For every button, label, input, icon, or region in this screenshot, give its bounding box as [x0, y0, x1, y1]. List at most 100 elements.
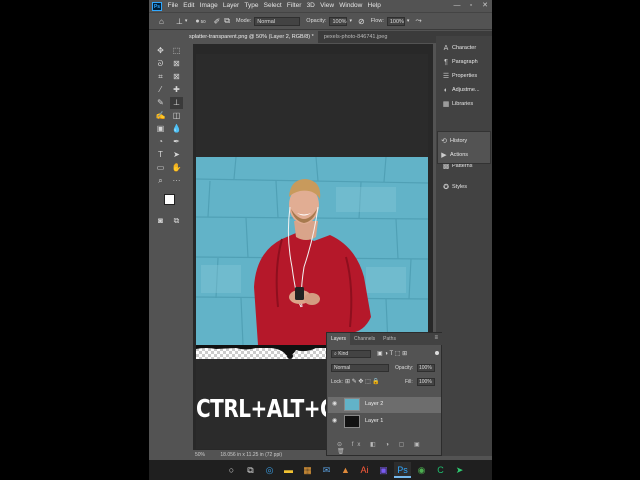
close-button[interactable]: ✕ — [478, 0, 492, 12]
clone-stamp-icon[interactable]: ⊥ — [170, 97, 183, 109]
type-tool-icon[interactable]: T — [154, 149, 167, 161]
layer-row-layer-1[interactable]: ◉ Layer 1 — [328, 414, 441, 430]
panel-adjustments[interactable]: ◐ Adjustme... — [440, 84, 492, 97]
quick-mask-icon[interactable]: ◙ — [154, 215, 167, 227]
panel-paragraph[interactable]: ¶ Paragraph — [440, 56, 492, 69]
visibility-eye-icon[interactable]: ◉ — [332, 400, 337, 407]
mail-app-icon[interactable]: ✉ — [318, 462, 335, 478]
panel-styles[interactable]: ✪ Styles — [440, 181, 492, 194]
start-search-icon[interactable]: ○ — [223, 462, 240, 478]
menu-edit[interactable]: Edit — [181, 0, 197, 12]
minimize-button[interactable]: — — [450, 0, 464, 12]
menu-filter[interactable]: Filter — [284, 0, 304, 12]
eraser-icon[interactable]: ◫ — [170, 110, 183, 122]
maximize-button[interactable]: ▫ — [464, 0, 478, 12]
screen-mode-icon[interactable]: ⧉ — [170, 215, 183, 227]
chevron-down-icon[interactable]: ▾ — [407, 18, 410, 24]
fill-label: Fill: — [405, 379, 413, 385]
pen-tool-icon[interactable]: ✒ — [170, 136, 183, 148]
panel-libraries[interactable]: ▦ Libraries — [440, 98, 492, 111]
filter-toggle-icon[interactable] — [435, 351, 439, 355]
healing-brush-icon[interactable]: ✚ — [170, 84, 183, 96]
gradient-tool-icon[interactable]: ▣ — [154, 123, 167, 135]
filter-icons[interactable]: ▣ ◑ T ⬚ ⊞ — [377, 347, 407, 361]
menu-image[interactable]: Image — [197, 0, 220, 12]
stamp-tool-icon[interactable]: ⊥ — [176, 17, 183, 26]
chevron-down-icon[interactable]: ▾ — [349, 18, 352, 24]
tab-channels[interactable]: Channels — [350, 333, 379, 345]
menu-view[interactable]: View — [317, 0, 336, 12]
airbrush-icon[interactable]: ⤳ — [415, 16, 421, 26]
hand-tool-icon[interactable]: ✋ — [170, 162, 183, 174]
properties-icon: ☰ — [442, 73, 450, 80]
home-icon[interactable]: ⌂ — [159, 17, 164, 26]
blend-row: Normal Opacity: 100% — [329, 361, 440, 375]
brush-tool-icon[interactable]: ✎ — [154, 97, 167, 109]
layer-opacity-input[interactable]: 100% — [417, 364, 435, 372]
app-arrow-icon[interactable]: ➤ — [451, 462, 468, 478]
tab-pexels-photo[interactable]: pexels-photo-846741.jpeg — [318, 31, 392, 43]
blend-mode-select[interactable]: Normal — [331, 364, 389, 372]
illustrator-icon[interactable]: Ai — [356, 462, 373, 478]
foreground-color-swatch[interactable] — [164, 194, 175, 205]
crop-tool-icon[interactable]: ⌗ — [154, 71, 167, 83]
clone-source-icon[interactable]: ⧉ — [224, 16, 230, 26]
dodge-tool-icon[interactable]: ◔ — [154, 136, 167, 148]
lock-icons[interactable]: ⊞ ✎ ✥ ⬚ 🔒 — [345, 375, 380, 389]
layer-actions-bar[interactable]: ⊝ fx ◧ ◑ ▢ ▣ 🗑 — [337, 441, 437, 455]
document-info[interactable]: 18.056 in x 11.25 in (72 ppi) — [220, 452, 282, 458]
rectangle-tool-icon[interactable]: ▭ — [154, 162, 167, 174]
frame-tool-icon[interactable]: ⊠ — [170, 71, 183, 83]
tab-paths[interactable]: Paths — [379, 333, 400, 345]
edge-browser-icon[interactable]: ◎ — [261, 462, 278, 478]
blur-tool-icon[interactable]: 💧 — [170, 123, 183, 135]
visibility-eye-icon[interactable]: ◉ — [332, 417, 337, 424]
vlc-icon[interactable]: ▲ — [337, 462, 354, 478]
layer-fill-input[interactable]: 100% — [417, 378, 435, 386]
pressure-opacity-icon[interactable]: ⊘ — [358, 17, 365, 26]
task-view-icon[interactable]: ⧉ — [242, 462, 259, 478]
more-tools-icon[interactable]: ··· — [170, 175, 183, 187]
eyedropper-icon[interactable]: ⁄ — [154, 84, 167, 96]
brush-settings-icon[interactable]: ✐ — [214, 17, 221, 26]
menu-select[interactable]: Select — [261, 0, 284, 12]
tab-layers[interactable]: Layers — [327, 333, 351, 345]
play-icon: ▶ — [441, 152, 447, 159]
chevron-down-icon[interactable]: ▾ — [185, 18, 188, 24]
file-explorer-icon[interactable]: ▬ — [280, 462, 297, 478]
calendar-app-icon[interactable]: ▦ — [299, 462, 316, 478]
flow-input[interactable]: 100% — [386, 16, 405, 26]
panel-character[interactable]: A Character — [440, 42, 492, 55]
lasso-tool-icon[interactable]: ᘐ — [154, 58, 167, 70]
menu-layer[interactable]: Layer — [220, 0, 241, 12]
move-tool-icon[interactable]: ✥ — [154, 45, 167, 57]
menu-type[interactable]: Type — [242, 0, 261, 12]
object-select-icon[interactable]: ⊠ — [170, 58, 183, 70]
photoshop-taskbar-icon[interactable]: Ps — [394, 462, 411, 478]
panel-actions[interactable]: ▶ Actions — [438, 149, 490, 162]
panel-history[interactable]: ⟲ History — [438, 135, 490, 148]
panel-menu-icon[interactable]: ≡ — [434, 335, 438, 341]
menu-3d[interactable]: 3D — [304, 0, 318, 12]
chrome-icon[interactable]: ◉ — [413, 462, 430, 478]
layer-kind-filter[interactable]: ⌕ Kind — [331, 350, 371, 358]
zoom-tool-icon[interactable]: ⌕ — [154, 175, 167, 187]
layer-row-layer-2[interactable]: ◉ Layer 2 — [328, 397, 441, 413]
panel-properties[interactable]: ☰ Properties — [440, 70, 492, 83]
brush-preset-icon[interactable]: ● — [195, 18, 199, 25]
menu-help[interactable]: Help — [365, 0, 384, 12]
zoom-level[interactable]: 50% — [195, 452, 205, 458]
mode-select[interactable]: Normal — [254, 16, 301, 26]
path-select-icon[interactable]: ➤ — [170, 149, 183, 161]
tools-panel: ✥ ⬚ ᘐ ⊠ ⌗ ⊠ ⁄ ✚ ✎ ⊥ ✍ ◫ ▣ 💧 ◔ ✒ T ➤ ▭ ✋ … — [152, 44, 186, 234]
tab-splatter[interactable]: splatter-transparent.png @ 50% (Layer 2,… — [149, 31, 318, 43]
app-icon[interactable]: ▣ — [375, 462, 392, 478]
menu-window[interactable]: Window — [337, 0, 365, 12]
menu-file[interactable]: File — [165, 0, 181, 12]
character-icon: A — [443, 45, 449, 52]
opacity-input[interactable]: 100% — [329, 16, 348, 26]
camtasia-icon[interactable]: C — [432, 462, 449, 478]
marquee-tool-icon[interactable]: ⬚ — [170, 45, 183, 57]
collapsed-panels-dock: A Character ¶ Paragraph ☰ Properties ◐ Adjus… — [436, 36, 492, 456]
history-brush-icon[interactable]: ✍ — [154, 110, 167, 122]
